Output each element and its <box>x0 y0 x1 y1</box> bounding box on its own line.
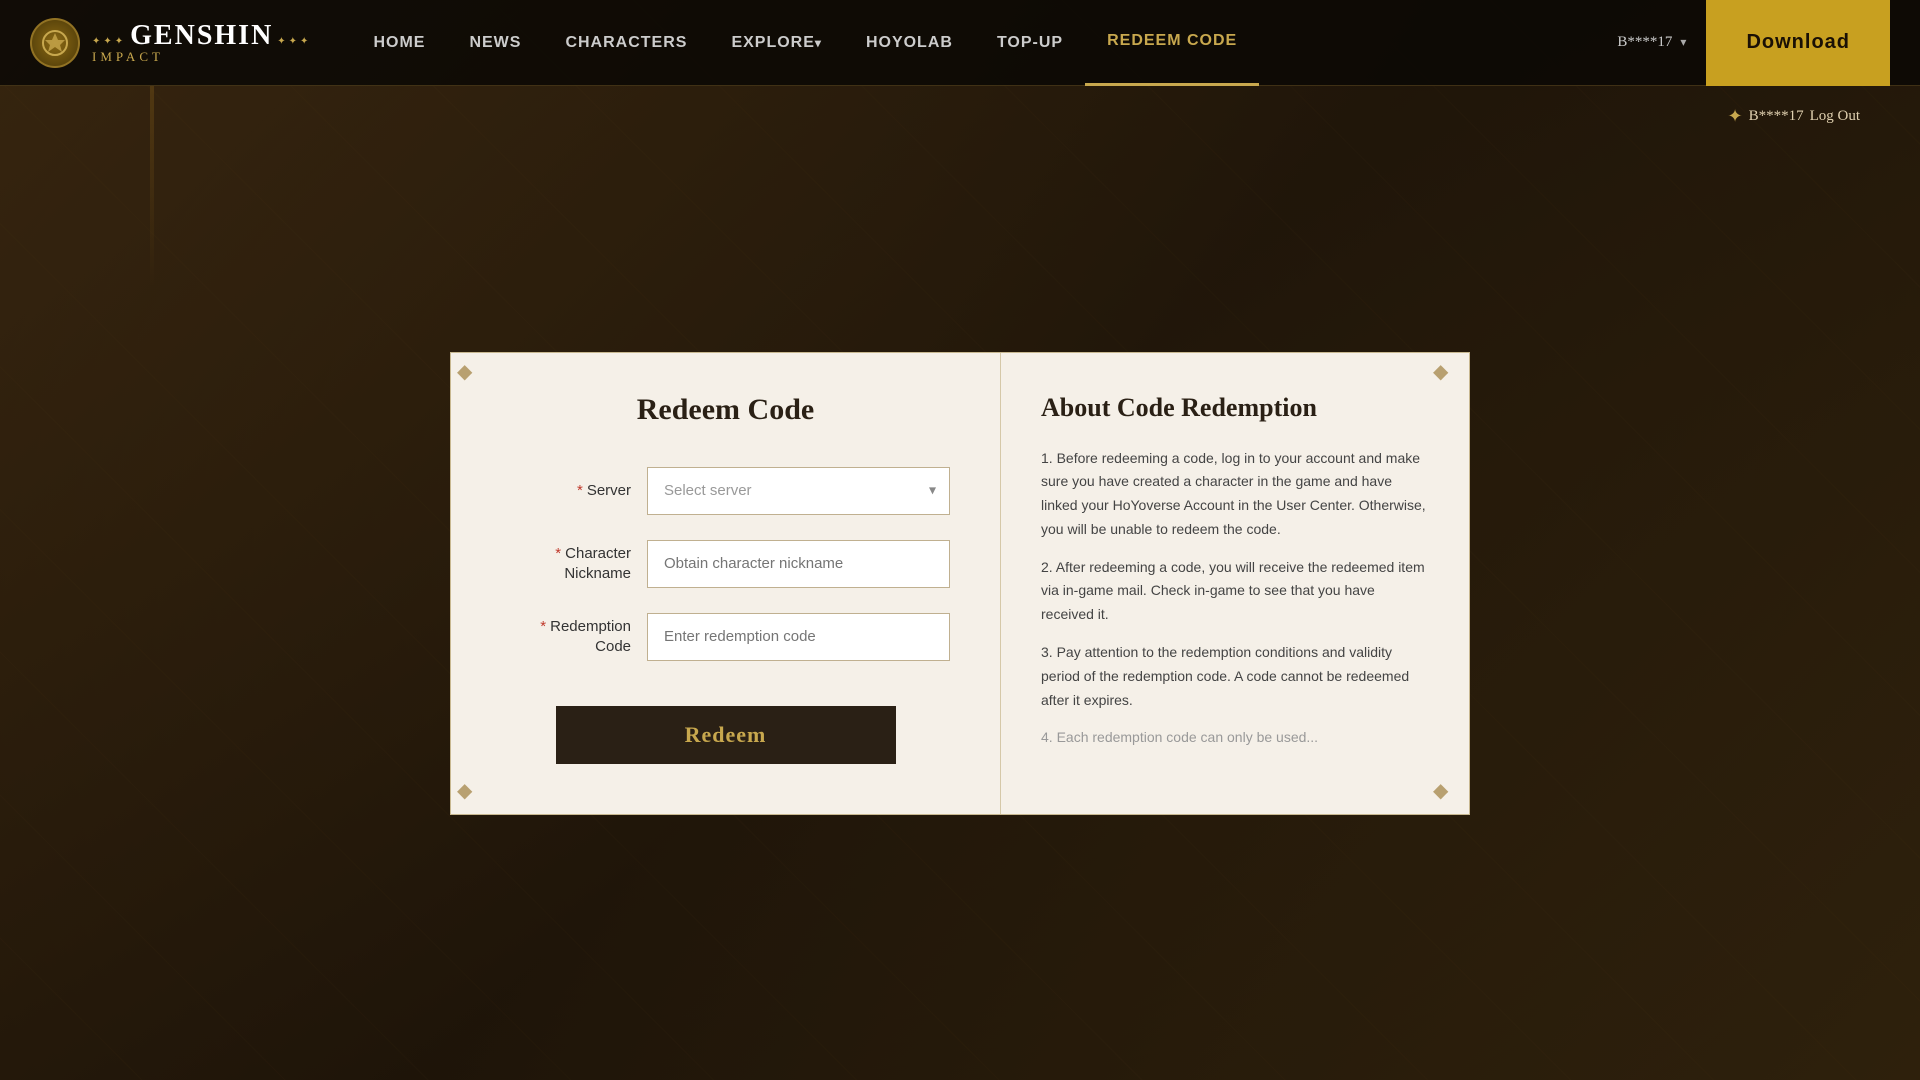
about-point-3: 3. Pay attention to the redemption condi… <box>1041 641 1429 712</box>
redemption-required: * <box>540 618 546 635</box>
about-panel: About Code Redemption 1. Before redeemin… <box>1001 353 1469 813</box>
download-button[interactable]: Download <box>1706 0 1890 86</box>
character-nickname-input[interactable] <box>647 540 950 588</box>
redeem-code-modal: ◆ ◆ ◆ ◆ Redeem Code *Server Select serve… <box>450 352 1470 815</box>
nav-hoyolab[interactable]: HoYoLAB <box>844 0 975 86</box>
logout-username: B****17 <box>1749 108 1804 125</box>
logo[interactable]: ✦✦✦ Genshin ✦✦✦ IMPACT <box>30 18 311 68</box>
server-label: *Server <box>501 481 631 501</box>
nav-home[interactable]: HOME <box>351 0 447 86</box>
character-field-group: *CharacterNickname <box>501 540 950 588</box>
star-icon: ✦ <box>1727 106 1742 127</box>
nav-redeem-code[interactable]: REDEEM CODE <box>1085 0 1259 86</box>
logo-stars-left: ✦✦✦ <box>92 37 126 47</box>
corner-top-left: ◆ <box>457 359 487 389</box>
nav-explore[interactable]: EXPLORE <box>709 0 844 86</box>
redemption-field-group: *RedemptionCode <box>501 613 950 661</box>
about-point-2: 2. After redeeming a code, you will rece… <box>1041 556 1429 627</box>
nav-topup[interactable]: TOP-UP <box>975 0 1085 86</box>
redeem-form-panel: Redeem Code *Server Select server ▾ *Cha… <box>451 353 1001 814</box>
corner-bottom-left: ◆ <box>457 778 487 808</box>
redemption-label: *RedemptionCode <box>501 617 631 656</box>
logo-icon <box>30 18 80 68</box>
logo-sub-text: IMPACT <box>92 50 311 63</box>
redemption-code-input[interactable] <box>647 613 950 661</box>
user-account[interactable]: B****17 ▾ <box>1617 34 1686 51</box>
character-required: * <box>555 545 561 562</box>
nav-links: HOME NEWS CHARACTERS EXPLORE HoYoLAB TOP… <box>351 0 1617 86</box>
about-text: 1. Before redeeming a code, log in to yo… <box>1041 447 1429 751</box>
redeem-button[interactable]: Redeem <box>556 706 896 764</box>
server-select-wrapper: Select server ▾ <box>647 467 950 515</box>
nav-right: B****17 ▾ Download <box>1617 0 1890 86</box>
user-logout-area: ✦ B****17 Log Out <box>1727 106 1860 127</box>
server-required: * <box>577 482 583 499</box>
navbar: ✦✦✦ Genshin ✦✦✦ IMPACT HOME NEWS CHARACT… <box>0 0 1920 86</box>
logo-stars-right: ✦✦✦ <box>277 37 311 47</box>
character-label: *CharacterNickname <box>501 544 631 583</box>
nav-characters[interactable]: CHARACTERS <box>543 0 709 86</box>
main-content: ✦ B****17 Log Out ◆ ◆ ◆ ◆ Redeem Code *S… <box>0 86 1920 1080</box>
modal-title: Redeem Code <box>637 393 814 427</box>
user-dropdown-arrow: ▾ <box>1680 35 1686 50</box>
logout-link[interactable]: Log Out <box>1810 108 1860 125</box>
about-point-1: 1. Before redeeming a code, log in to yo… <box>1041 447 1429 542</box>
about-title: About Code Redemption <box>1041 393 1429 423</box>
server-field-group: *Server Select server ▾ <box>501 467 950 515</box>
logo-main-text: Genshin <box>130 22 273 50</box>
nav-news[interactable]: NEWS <box>447 0 543 86</box>
server-select[interactable]: Select server <box>647 467 950 515</box>
about-point-4: 4. Each redemption code can only be used… <box>1041 726 1429 750</box>
logo-text: ✦✦✦ Genshin ✦✦✦ IMPACT <box>92 22 311 63</box>
username-display: B****17 <box>1617 34 1672 51</box>
